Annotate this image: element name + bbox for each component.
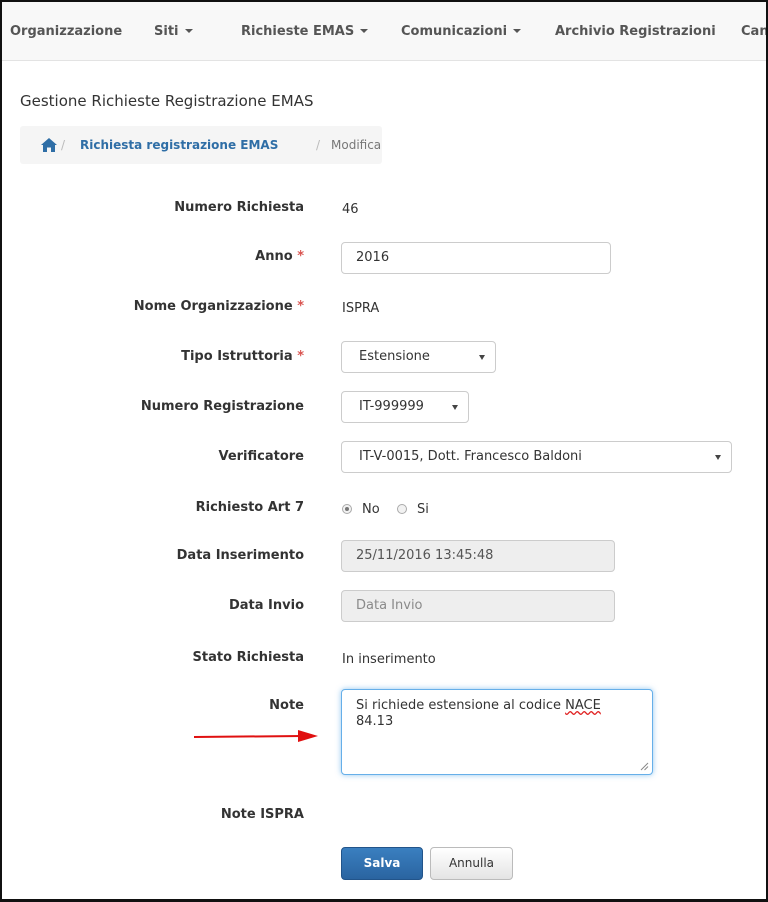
stato-richiesta-value: In inserimento bbox=[342, 652, 436, 667]
radio-si[interactable] bbox=[397, 504, 407, 514]
tipo-istruttoria-label-text: Tipo Istruttoria bbox=[181, 349, 293, 364]
data-invio-input[interactable]: Data Invio bbox=[341, 590, 615, 622]
richiesto-art7-radio-group: No Si bbox=[342, 502, 462, 520]
app-window: Organizzazione Siti Richieste EMAS Comun… bbox=[0, 0, 768, 902]
nome-organizzazione-label-text: Nome Organizzazione bbox=[133, 299, 293, 314]
anno-label: Anno * bbox=[255, 249, 304, 264]
tipo-istruttoria-label: Tipo Istruttoria * bbox=[181, 349, 304, 364]
nav-item-label: Siti bbox=[154, 24, 179, 39]
save-button[interactable]: Salva bbox=[341, 847, 423, 880]
tipo-istruttoria-selected: Estensione bbox=[359, 349, 430, 364]
nav-item-label: Comunicazioni bbox=[401, 24, 508, 39]
required-mark: * bbox=[297, 349, 304, 364]
verificatore-selected: IT-V-0015, Dott. Francesco Baldoni bbox=[359, 449, 582, 464]
anno-input[interactable]: 2016 bbox=[341, 242, 611, 274]
home-icon[interactable] bbox=[40, 137, 58, 153]
radio-no[interactable] bbox=[342, 504, 352, 514]
radio-no-label: No bbox=[362, 502, 380, 517]
caret-down-icon bbox=[184, 29, 193, 33]
cancel-button[interactable]: Annulla bbox=[430, 847, 513, 880]
nav-item-organizzazione[interactable]: Organizzazione bbox=[10, 24, 122, 39]
breadcrumb-separator: / bbox=[61, 138, 66, 152]
nav-item-label: Organizzazione bbox=[10, 24, 123, 39]
nome-organizzazione-value: ISPRA bbox=[342, 301, 380, 316]
note-textarea[interactable]: Si richiede estensione al codice NACE 84… bbox=[341, 689, 653, 775]
note-text: 84.13 bbox=[356, 714, 394, 729]
nav-item-label: Richieste EMAS bbox=[241, 24, 355, 39]
numero-richiesta-value: 46 bbox=[342, 202, 359, 217]
resize-grip-icon[interactable] bbox=[640, 762, 649, 771]
chevron-down-icon bbox=[452, 405, 458, 410]
chevron-down-icon bbox=[715, 455, 721, 460]
data-inserimento-input: 25/11/2016 13:45:48 bbox=[341, 540, 615, 572]
page-title: Gestione Richieste Registrazione EMAS bbox=[20, 92, 314, 110]
red-arrow-annotation bbox=[193, 730, 318, 742]
numero-richiesta-label: Numero Richiesta bbox=[174, 200, 304, 215]
nav-item-truncated[interactable]: Can bbox=[741, 24, 768, 39]
breadcrumb: / Richiesta registrazione EMAS / Modific… bbox=[20, 126, 382, 164]
numero-registrazione-selected: IT-999999 bbox=[359, 399, 424, 414]
richiesto-art7-label: Richiesto Art 7 bbox=[195, 500, 304, 515]
radio-si-label: Si bbox=[417, 502, 429, 517]
note-label: Note bbox=[269, 698, 304, 713]
tipo-istruttoria-select[interactable]: Estensione bbox=[341, 341, 496, 373]
caret-down-icon bbox=[360, 29, 369, 33]
breadcrumb-separator: / bbox=[316, 138, 321, 152]
nav-item-label: Archivio Registrazioni bbox=[555, 24, 716, 39]
top-navbar: Organizzazione Siti Richieste EMAS Comun… bbox=[2, 2, 766, 61]
nav-item-siti[interactable]: Siti bbox=[154, 24, 193, 39]
chevron-down-icon bbox=[479, 355, 485, 360]
required-mark: * bbox=[297, 299, 304, 314]
note-ispra-label: Note ISPRA bbox=[220, 807, 304, 822]
stato-richiesta-label: Stato Richiesta bbox=[192, 650, 304, 665]
nome-organizzazione-label: Nome Organizzazione * bbox=[134, 299, 304, 314]
nav-item-richieste-emas[interactable]: Richieste EMAS bbox=[241, 24, 369, 39]
note-text: Si richiede estensione al codice bbox=[356, 698, 566, 713]
numero-registrazione-label: Numero Registrazione bbox=[140, 399, 304, 414]
breadcrumb-link[interactable]: Richiesta registrazione EMAS bbox=[80, 138, 278, 152]
breadcrumb-active: Modifica bbox=[331, 138, 382, 152]
data-inserimento-label: Data Inserimento bbox=[176, 548, 304, 563]
nav-item-label: Can bbox=[741, 24, 768, 39]
verificatore-select[interactable]: IT-V-0015, Dott. Francesco Baldoni bbox=[341, 441, 732, 473]
nav-item-archivio-registrazioni[interactable]: Archivio Registrazioni bbox=[555, 24, 716, 39]
verificatore-label: Verificatore bbox=[218, 449, 304, 464]
required-mark: * bbox=[297, 249, 304, 264]
note-text-misspelled: NACE bbox=[565, 698, 601, 713]
data-invio-label: Data Invio bbox=[228, 598, 304, 613]
nav-item-comunicazioni[interactable]: Comunicazioni bbox=[401, 24, 522, 39]
numero-registrazione-select[interactable]: IT-999999 bbox=[341, 391, 469, 423]
anno-label-text: Anno bbox=[255, 249, 293, 264]
caret-down-icon bbox=[513, 29, 522, 33]
